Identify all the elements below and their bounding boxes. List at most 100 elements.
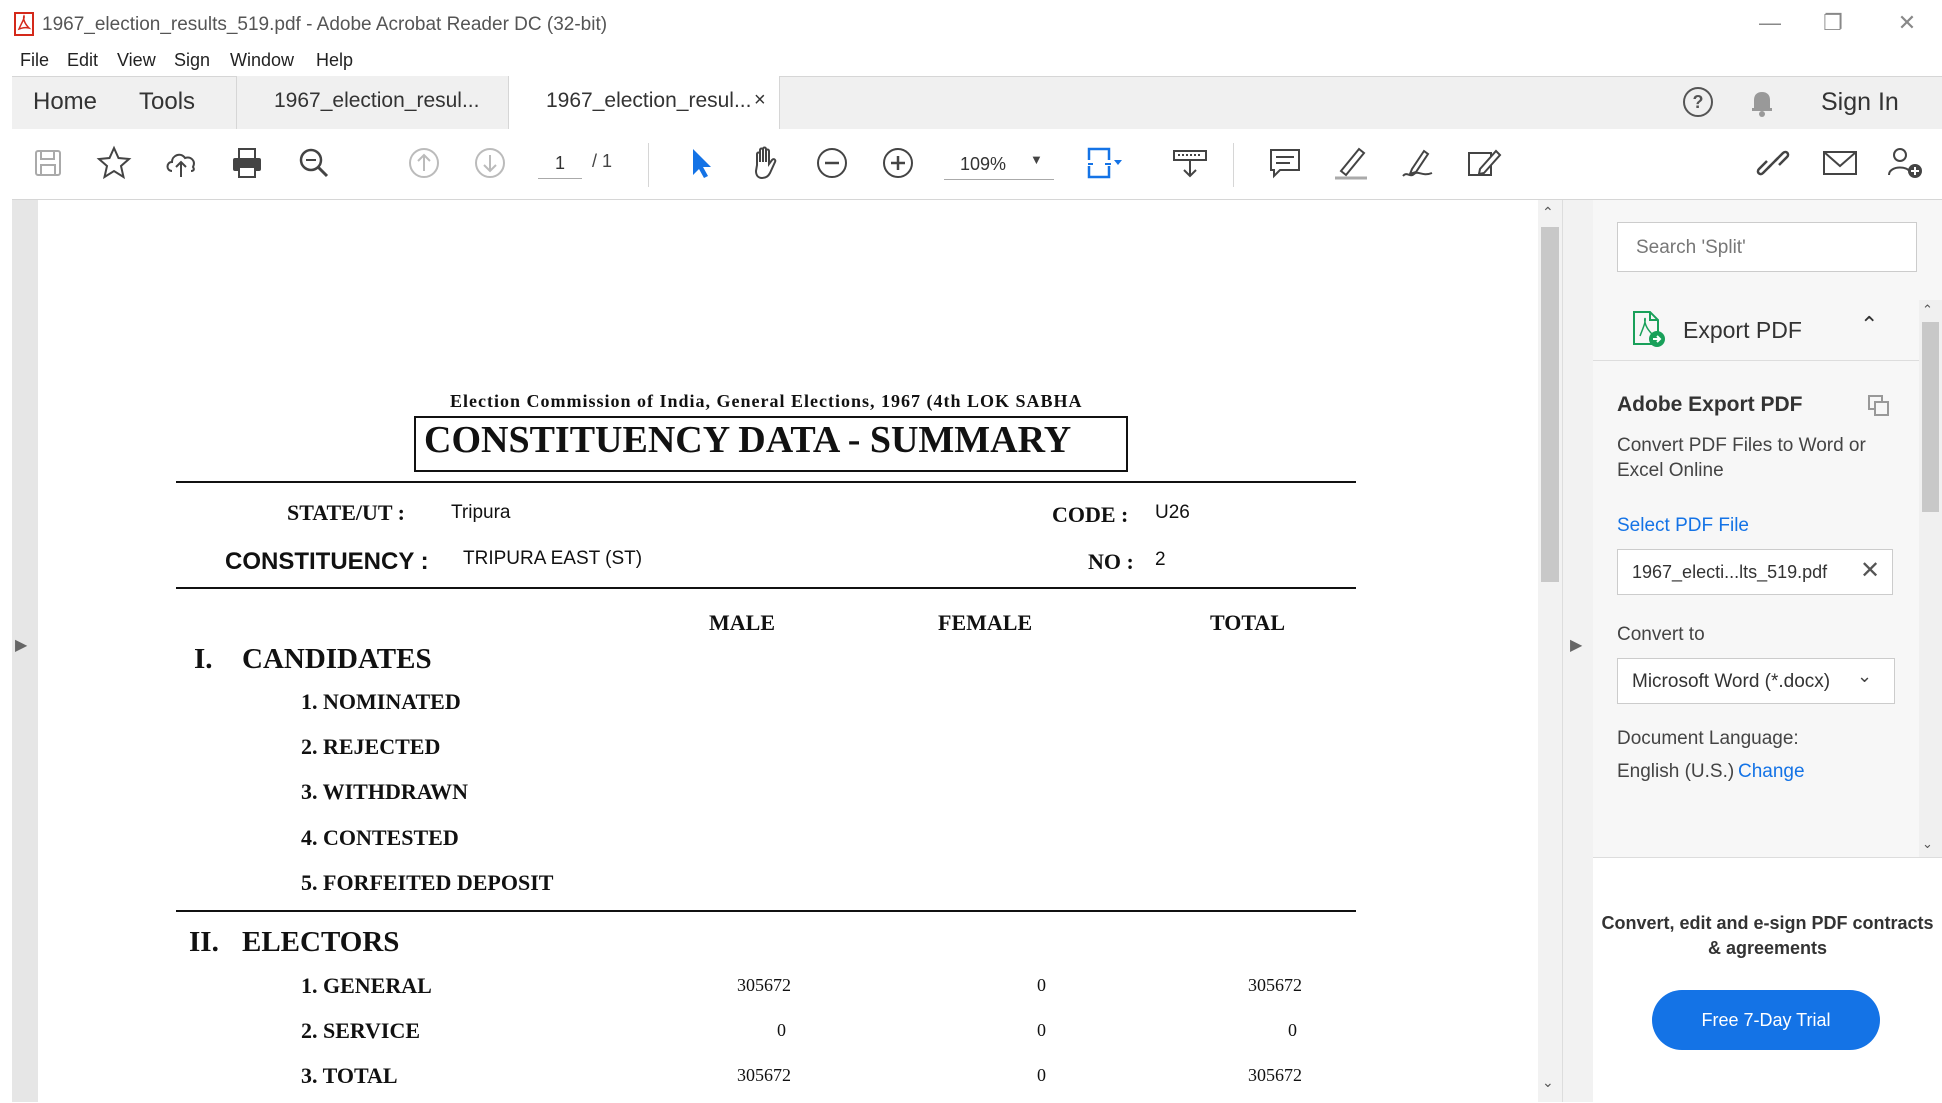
document-title: CONSTITUENCY DATA - SUMMARY xyxy=(424,419,1072,461)
zoom-search-icon[interactable] xyxy=(294,143,334,183)
menu-window[interactable]: Window xyxy=(230,50,294,71)
expand-left-panel-icon[interactable]: ▶ xyxy=(15,635,27,655)
menu-help[interactable]: Help xyxy=(316,50,353,71)
close-tab-icon[interactable]: × xyxy=(754,89,766,112)
previous-page-icon[interactable] xyxy=(404,143,444,183)
print-icon[interactable] xyxy=(227,143,267,183)
convert-to-label: Convert to xyxy=(1617,624,1705,645)
section-title-candidates: CANDIDATES xyxy=(242,643,432,675)
page-fit-icon[interactable] xyxy=(1084,143,1124,183)
column-header-male: MALE xyxy=(709,610,775,635)
selected-file-field[interactable]: 1967_electi...lts_519.pdf xyxy=(1617,549,1893,595)
document-tab-2[interactable]: 1967_election_resul... × xyxy=(508,76,780,129)
menu-file[interactable]: File xyxy=(20,50,49,71)
document-scrollbar-thumb[interactable] xyxy=(1541,227,1559,582)
tab-tools[interactable]: Tools xyxy=(139,88,195,116)
scroll-up-icon[interactable]: ⌃ xyxy=(1542,204,1554,221)
save-icon[interactable] xyxy=(28,143,68,183)
toolbar-divider xyxy=(648,143,649,187)
select-cursor-icon[interactable] xyxy=(681,143,721,183)
convert-format-select[interactable]: Microsoft Word (*.docx) xyxy=(1617,658,1895,704)
constituency-label: CONSTITUENCY : xyxy=(225,548,429,575)
candidates-item: 5. FORFEITED DEPOSIT xyxy=(301,870,554,895)
code-label: CODE : xyxy=(1052,502,1129,527)
section-title-electors: ELECTORS xyxy=(242,926,400,958)
add-user-icon[interactable] xyxy=(1885,143,1925,183)
change-language-link[interactable]: Change xyxy=(1738,761,1805,783)
sign-in-link[interactable]: Sign In xyxy=(1821,88,1899,117)
electors-total-value: 305672 xyxy=(1248,975,1302,995)
acrobat-logo-icon xyxy=(14,12,34,36)
remove-file-icon[interactable]: ✕ xyxy=(1860,556,1880,585)
signature-pen-icon[interactable] xyxy=(1398,143,1438,183)
read-mode-icon[interactable] xyxy=(1170,143,1210,183)
help-icon[interactable]: ? xyxy=(1682,86,1714,118)
zoom-out-icon[interactable] xyxy=(812,143,852,183)
email-icon[interactable] xyxy=(1820,143,1860,183)
menu-view[interactable]: View xyxy=(117,50,156,71)
toolbar-divider xyxy=(1233,143,1234,187)
svg-text:?: ? xyxy=(1693,92,1704,112)
hand-tool-icon[interactable] xyxy=(745,143,785,183)
tab-home[interactable]: Home xyxy=(33,88,97,116)
share-link-icon[interactable] xyxy=(1753,143,1793,183)
fill-sign-icon[interactable] xyxy=(1464,143,1504,183)
tools-search-input[interactable]: Search 'Split' xyxy=(1617,222,1917,272)
collapse-right-panel-icon[interactable]: ▶ xyxy=(1570,635,1582,655)
electors-female-value: 0 xyxy=(1037,975,1046,995)
restore-button[interactable]: ❐ xyxy=(1806,6,1860,40)
star-icon[interactable] xyxy=(94,143,134,183)
electors-male-value: 305672 xyxy=(737,975,791,995)
menu-sign[interactable]: Sign xyxy=(174,50,210,71)
no-label: NO : xyxy=(1088,549,1134,574)
highlighter-icon[interactable] xyxy=(1331,143,1371,183)
state-value: Tripura xyxy=(451,502,511,523)
right-pane-scrollbar-thumb[interactable] xyxy=(1922,322,1939,512)
electors-male-value: 0 xyxy=(777,1020,786,1040)
chevron-down-icon[interactable]: ⌄ xyxy=(1857,666,1872,687)
comment-icon[interactable] xyxy=(1265,143,1305,183)
constituency-value: TRIPURA EAST (ST) xyxy=(463,548,643,569)
scroll-down-icon[interactable]: ⌄ xyxy=(1542,1074,1554,1091)
scroll-down-icon[interactable]: ⌄ xyxy=(1922,836,1933,852)
page-total: / 1 xyxy=(592,151,613,171)
zoom-in-icon[interactable] xyxy=(878,143,918,183)
divider-line xyxy=(176,587,1356,589)
scroll-up-icon[interactable]: ⌃ xyxy=(1922,302,1933,318)
bell-icon[interactable] xyxy=(1746,86,1778,118)
promo-text: Convert, edit and e-sign PDF contracts &… xyxy=(1601,913,1934,958)
document-language-value: English (U.S.) xyxy=(1617,761,1735,782)
copy-icon[interactable] xyxy=(1866,393,1892,419)
electors-row-label: 1. GENERAL xyxy=(301,973,432,998)
page-number-input[interactable]: 1 xyxy=(538,148,582,179)
electors-female-value: 0 xyxy=(1037,1065,1046,1085)
candidates-item: 1. NOMINATED xyxy=(301,689,461,714)
adobe-export-description: Convert PDF Files to Word or Excel Onlin… xyxy=(1617,435,1866,481)
select-pdf-file-link[interactable]: Select PDF File xyxy=(1617,515,1749,537)
electors-row-label: 2. SERVICE xyxy=(301,1018,421,1043)
promo-panel xyxy=(1593,857,1942,1103)
document-tab-1[interactable]: 1967_election_resul... xyxy=(236,76,509,129)
adobe-export-title: Adobe Export PDF xyxy=(1617,393,1803,416)
chevron-down-icon[interactable]: ▼ xyxy=(1030,152,1043,167)
document-header: Election Commission of India, General El… xyxy=(450,391,1083,411)
state-label: STATE/UT : xyxy=(287,500,405,525)
section-number: II. xyxy=(189,926,219,958)
close-window-button[interactable]: ✕ xyxy=(1880,6,1934,40)
code-value: U26 xyxy=(1155,502,1190,523)
document-tab-label: 1967_election_resul... xyxy=(274,89,480,112)
export-pdf-icon xyxy=(1630,308,1666,348)
electors-row-label: 3. TOTAL xyxy=(301,1063,398,1088)
candidates-item: 3. WITHDRAWN xyxy=(301,779,469,804)
document-tab-label: 1967_election_resul... xyxy=(546,89,752,112)
free-trial-button[interactable]: Free 7-Day Trial xyxy=(1652,990,1880,1050)
electors-total-value: 0 xyxy=(1288,1020,1297,1040)
next-page-icon[interactable] xyxy=(470,143,510,183)
upload-cloud-icon[interactable] xyxy=(161,143,201,183)
divider-line xyxy=(176,481,1356,483)
minimize-button[interactable]: — xyxy=(1743,6,1797,40)
electors-male-value: 305672 xyxy=(737,1065,791,1085)
no-value: 2 xyxy=(1155,549,1166,570)
menu-edit[interactable]: Edit xyxy=(67,50,98,71)
chevron-up-icon[interactable]: ⌃ xyxy=(1860,312,1878,338)
